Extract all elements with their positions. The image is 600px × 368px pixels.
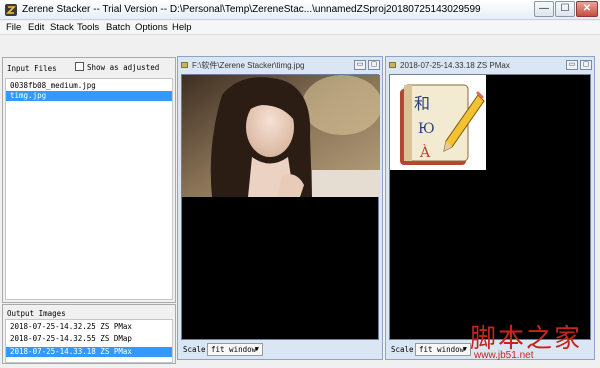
menu-stack[interactable]: Stack [50,22,74,33]
scale-label: Scale [183,345,206,354]
menu-help[interactable]: Help [172,22,192,33]
scale-dropdown[interactable]: fit window ▼ [207,343,263,356]
title-bar: Zerene Stacker -- Trial Version -- D:\Pe… [0,0,600,20]
menu-tools[interactable]: Tools [77,22,99,33]
list-item[interactable]: 0038fb08_medium.jpg [6,81,172,91]
viewer-minimize-button[interactable]: ▭ [354,60,366,70]
close-button[interactable]: ✕ [576,1,598,17]
menu-bar: File Edit Stack Tools Batch Options Help [0,21,600,35]
list-item[interactable]: timg.jpg [6,91,172,101]
dictionary-icon-image: 和 Ю À [390,75,486,170]
minimize-button[interactable]: — [534,1,554,17]
viewer-title: F:\软件\Zerene Stacker\timg.jpg [192,61,305,70]
output-image-viewer: 2018-07-25-14.33.18 ZS PMax ▭ ▢ 和 Ю À Sc… [385,56,595,360]
chevron-down-icon: ▼ [254,345,259,353]
portrait-photo [182,75,380,197]
scale-value: fit window [211,345,257,354]
scale-bar: Scale fit window ▼ [181,343,379,357]
output-images-panel: Output Images 2018-07-25-14.32.25 ZS PMa… [2,304,176,364]
window-title: Zerene Stacker -- Trial Version -- D:\Pe… [22,4,481,15]
folder-icon [181,62,188,68]
app-icon [5,4,17,16]
chevron-down-icon: ▼ [462,345,467,353]
svg-text:À: À [419,143,431,161]
svg-text:Ю: Ю [418,121,435,137]
input-files-label: Input Files [7,64,57,73]
list-item[interactable]: 2018-07-25-14.33.18 ZS PMax [6,347,172,357]
menu-edit[interactable]: Edit [28,22,44,33]
show-adjusted-label[interactable]: Show as adjusted [87,63,159,72]
input-files-header: Input Files Show as adjusted [3,58,175,78]
list-item[interactable]: 2018-07-25-14.32.55 ZS DMap [6,334,172,344]
scale-dropdown[interactable]: fit window ▼ [415,343,471,356]
scale-label: Scale [391,345,414,354]
menu-options[interactable]: Options [135,22,168,33]
show-adjusted-checkbox[interactable] [75,62,84,71]
menu-file[interactable]: File [6,22,21,33]
output-images-list[interactable]: 2018-07-25-14.32.25 ZS PMax 2018-07-25-1… [5,319,173,363]
viewer-maximize-button[interactable]: ▢ [368,60,380,70]
input-files-panel: Input Files Show as adjusted 0038fb08_me… [2,57,176,303]
scale-value: fit window [419,345,465,354]
viewer-title: 2018-07-25-14.33.18 ZS PMax [400,61,510,70]
watermark-url: www.jb51.net [474,350,534,361]
viewer-maximize-button[interactable]: ▢ [580,60,592,70]
image-canvas[interactable] [181,74,380,340]
output-images-label: Output Images [7,309,66,318]
image-canvas[interactable]: 和 Ю À [389,74,591,340]
maximize-button[interactable]: ☐ [555,1,575,17]
viewer-minimize-button[interactable]: ▭ [566,60,578,70]
list-item[interactable]: 2018-07-25-14.32.25 ZS PMax [6,322,172,332]
svg-text:和: 和 [414,94,430,113]
folder-icon [389,62,396,68]
input-files-list[interactable]: 0038fb08_medium.jpg timg.jpg [5,78,173,300]
menu-batch[interactable]: Batch [106,22,130,33]
source-image-viewer: F:\软件\Zerene Stacker\timg.jpg ▭ ▢ Scale … [177,56,383,360]
